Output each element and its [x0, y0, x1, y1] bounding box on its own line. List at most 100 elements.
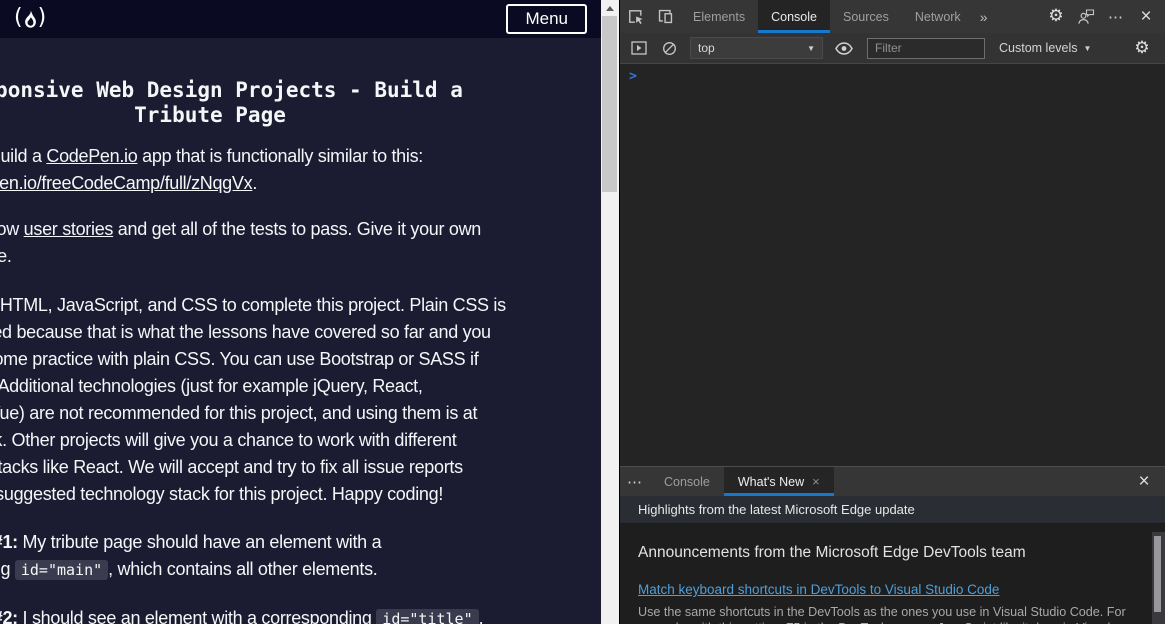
console-settings-gear-icon[interactable]: ⚙: [1129, 35, 1155, 61]
text: your own risk. Other projects will give …: [0, 430, 457, 450]
bold-text: User Story #1:: [0, 532, 18, 552]
devtools-topbar-actions: ⚙ ⋯ ×: [1041, 0, 1165, 33]
tab-console[interactable]: Console: [758, 0, 830, 33]
text: and get all of the tests to pass. Give i…: [113, 219, 482, 239]
whats-new-scrollbar-thumb[interactable]: [1154, 536, 1161, 612]
text: technology stacks like React. We will ac…: [0, 457, 463, 477]
drawer-tab-whats-new-label: What's New: [737, 474, 805, 489]
text: .: [252, 173, 258, 193]
context-selector-value: top: [698, 41, 715, 55]
fcc-header: ( ) Menu: [0, 0, 601, 38]
console-output[interactable]: >: [620, 64, 1165, 466]
text-line: corresponding id="main", which contains …: [0, 556, 520, 584]
whats-new-article-link[interactable]: Match keyboard shortcuts in DevTools to …: [638, 582, 999, 597]
text-line: that use the suggested technology stack …: [0, 481, 520, 508]
log-levels-label: Custom levels: [999, 41, 1078, 55]
text: Fulfill the below: [0, 219, 19, 239]
inline-code: id="title": [376, 609, 479, 624]
drawer-tab-whats-new[interactable]: What's New ×: [723, 467, 834, 496]
flame-icon: [24, 10, 36, 28]
link[interactable]: CodePen.io: [46, 146, 137, 166]
settings-gear-icon[interactable]: ⚙: [1041, 0, 1071, 33]
text: you choose. Additional technologies (jus…: [0, 376, 423, 396]
close-devtools-icon[interactable]: ×: [1131, 0, 1161, 33]
inspect-element-icon[interactable]: [620, 0, 650, 33]
logo-paren-close: ): [37, 5, 47, 30]
link[interactable]: https://codepen.io/freeCodeCamp/full/zNq…: [0, 173, 253, 193]
inline-code: id="main": [14, 560, 109, 580]
whats-new-body: Use the same shortcuts in the DevTools a…: [638, 605, 1135, 624]
text: You can use HTML, JavaScript, and CSS to…: [0, 295, 506, 315]
text-line: Fulfill the below user stories and get a…: [0, 216, 520, 243]
text-line: recommended because that is what the les…: [0, 319, 520, 346]
link[interactable]: user stories: [24, 219, 114, 239]
whats-new-body-line-1: Use the same shortcuts in the DevTools a…: [638, 605, 1126, 619]
text-line: Angular, or Vue) are not recommended for…: [0, 400, 520, 427]
text: app that is functionally similar to this…: [137, 146, 423, 166]
console-filter-input[interactable]: [867, 37, 985, 59]
menu-button[interactable]: Menu: [506, 4, 587, 34]
close-drawer-icon[interactable]: ×: [1129, 467, 1159, 496]
text: should get some practice with plain CSS.…: [0, 349, 479, 369]
drawer-more-tools-icon[interactable]: ⋯: [620, 467, 650, 496]
text-line: should get some practice with plain CSS.…: [0, 346, 520, 373]
logo-paren-open: (: [14, 5, 23, 30]
clear-console-icon[interactable]: [656, 35, 682, 61]
tab-network[interactable]: Network: [902, 0, 974, 33]
text: Angular, or Vue) are not recommended for…: [0, 403, 478, 423]
text: Build a: [0, 146, 42, 166]
feedback-icon[interactable]: [1071, 0, 1101, 33]
chevron-down-icon: ▼: [1083, 43, 1092, 53]
log-levels-dropdown[interactable]: Custom levels ▼: [995, 41, 1095, 55]
whats-new-content: Announcements from the Microsoft Edge De…: [620, 524, 1165, 624]
whats-new-heading: Announcements from the Microsoft Edge De…: [638, 544, 1026, 561]
scrollbar-thumb[interactable]: [602, 16, 617, 192]
paragraph: You can use HTML, JavaScript, and CSS to…: [0, 292, 520, 508]
console-sidebar-toggle-icon[interactable]: [626, 35, 652, 61]
screenshot-root: ( ) Menu Responsive Web Design Projects …: [0, 0, 1165, 624]
text-line: personal style.: [0, 243, 520, 270]
page-title-line-2: Tribute Page: [134, 103, 286, 127]
text-line: https://codepen.io/freeCodeCamp/full/zNq…: [0, 170, 520, 197]
text-line: You can use HTML, JavaScript, and CSS to…: [0, 292, 520, 319]
more-tabs-icon[interactable]: »: [974, 0, 994, 33]
text: ,: [478, 608, 484, 624]
live-expression-eye-icon[interactable]: [831, 35, 857, 61]
drawer-tab-console[interactable]: Console: [650, 467, 724, 496]
drawer-tab-bar: ⋯ Console What's New × ×: [620, 467, 1165, 496]
whats-new-highlights-bar: Highlights from the latest Microsoft Edg…: [620, 496, 1165, 524]
fcc-blocks: Objective: Build a CodePen.io app that i…: [0, 143, 520, 624]
devtools-topbar: Elements Console Sources Network » ⚙ ⋯ ×: [620, 0, 1165, 33]
console-prompt-chevron-icon[interactable]: >: [629, 69, 637, 84]
close-whats-new-tab-icon[interactable]: ×: [812, 475, 820, 488]
freecodecamp-logo-icon[interactable]: ( ): [14, 5, 47, 30]
text: My tribute page should have an element w…: [17, 532, 382, 552]
text-line: User Story #1: My tribute page should ha…: [0, 529, 520, 556]
javascript-context-selector[interactable]: top ▼: [690, 37, 823, 59]
scrollbar-up-arrow-icon[interactable]: [606, 6, 614, 11]
tab-elements[interactable]: Elements: [680, 0, 758, 33]
devtools-panel: Elements Console Sources Network » ⚙ ⋯ ×: [619, 0, 1165, 624]
customize-devtools-icon[interactable]: ⋯: [1101, 0, 1131, 33]
page-title: Responsive Web Design Projects - Build a…: [0, 78, 520, 128]
text: recommended because that is what the les…: [0, 322, 491, 342]
tab-sources[interactable]: Sources: [830, 0, 902, 33]
text: I should see an element with a correspon…: [17, 608, 377, 624]
paragraph: User Story #2: I should see an element w…: [0, 605, 520, 624]
text-line: you choose. Additional technologies (jus…: [0, 373, 520, 400]
paragraph: User Story #1: My tribute page should ha…: [0, 529, 520, 584]
text-line: Objective: Build a CodePen.io app that i…: [0, 143, 520, 170]
whats-new-scrollbar[interactable]: [1152, 532, 1165, 624]
chevron-down-icon: ▼: [807, 43, 815, 53]
devtools-drawer: ⋯ Console What's New × × Highlights from…: [620, 466, 1165, 624]
drawer-actions: ×: [1129, 467, 1165, 496]
fcc-page-scrollbar[interactable]: [601, 0, 619, 624]
text-line: your own risk. Other projects will give …: [0, 427, 520, 454]
device-toolbar-icon[interactable]: [650, 0, 680, 33]
whats-new-body-line-2: example, with this setting, F5 in the De…: [638, 621, 1135, 624]
paragraph: Objective: Build a CodePen.io app that i…: [0, 143, 520, 197]
paragraph: Fulfill the below user stories and get a…: [0, 216, 520, 270]
text: that use the suggested technology stack …: [0, 484, 444, 504]
text: personal style.: [0, 246, 12, 266]
page-title-line-1: Responsive Web Design Projects - Build a: [0, 78, 463, 102]
